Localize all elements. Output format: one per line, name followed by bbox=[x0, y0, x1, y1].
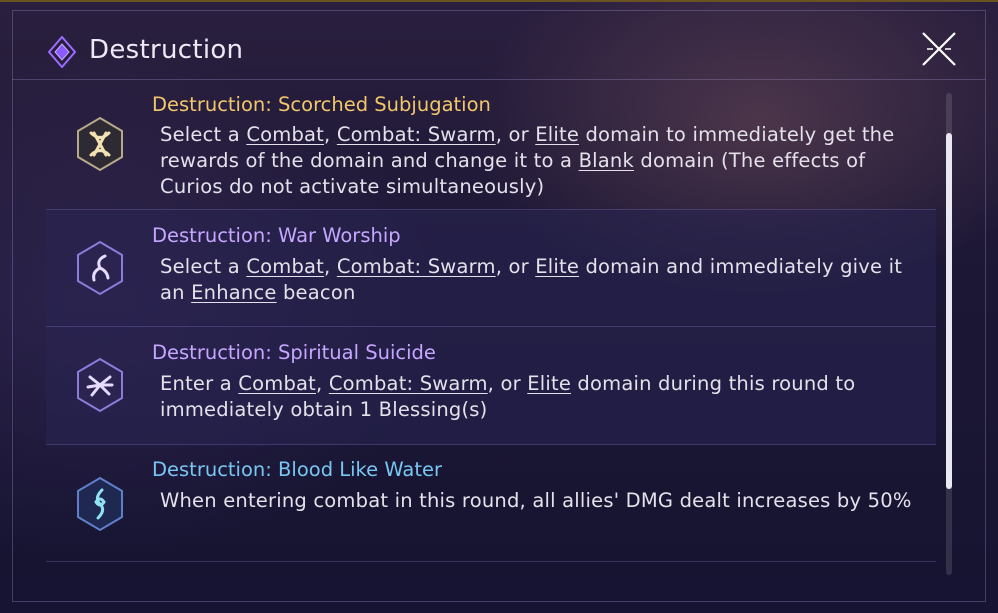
blessing-item-blood-like-water[interactable]: Destruction: Blood Like Water When enter… bbox=[46, 445, 936, 562]
keyword-link[interactable]: Combat: Swarm bbox=[337, 123, 496, 146]
blessing-description: Select a Combat, Combat: Swarm, or Elite… bbox=[160, 255, 903, 304]
close-icon bbox=[922, 32, 956, 66]
blessing-item-spiritual-suicide[interactable]: Destruction: Spiritual Suicide Enter a C… bbox=[46, 327, 936, 445]
blessing-title: Destruction: Scorched Subjugation bbox=[152, 93, 491, 116]
keyword-link[interactable]: Elite bbox=[535, 123, 579, 146]
keyword-link[interactable]: Combat bbox=[246, 255, 324, 278]
keyword-link[interactable]: Enhance bbox=[191, 281, 276, 304]
keyword-link[interactable]: Combat bbox=[246, 123, 324, 146]
popup-title: Destruction bbox=[89, 35, 244, 65]
keyword-link[interactable]: Elite bbox=[535, 255, 579, 278]
keyword-link[interactable]: Blank bbox=[579, 149, 634, 172]
blessing-description: When entering combat in this round, all … bbox=[160, 489, 912, 512]
diamond-emblem-icon bbox=[47, 35, 77, 69]
keyword-link[interactable]: Combat: Swarm bbox=[329, 372, 488, 395]
blessing-title: Destruction: Spiritual Suicide bbox=[152, 341, 436, 364]
keyword-link[interactable]: Elite bbox=[527, 372, 571, 395]
blessing-list[interactable]: Destruction: Scorched Subjugation Select… bbox=[46, 87, 936, 575]
blessing-title: Destruction: Blood Like Water bbox=[152, 458, 442, 481]
keyword-link[interactable]: Combat: Swarm bbox=[337, 255, 496, 278]
keyword-link[interactable]: Combat bbox=[238, 372, 316, 395]
header-divider bbox=[12, 79, 986, 80]
blessing-item-scorched-subjugation[interactable]: Destruction: Scorched Subjugation Select… bbox=[46, 87, 936, 210]
blessing-title: Destruction: War Worship bbox=[152, 224, 401, 247]
scorched-subjugation-icon bbox=[72, 116, 128, 172]
close-button[interactable] bbox=[919, 29, 959, 69]
blessing-item-war-worship[interactable]: Destruction: War Worship Select a Combat… bbox=[46, 210, 936, 327]
blessing-description: Enter a Combat, Combat: Swarm, or Elite … bbox=[160, 372, 856, 421]
blessing-description: Select a Combat, Combat: Swarm, or Elite… bbox=[160, 123, 895, 198]
blood-like-water-icon bbox=[72, 476, 128, 532]
war-worship-icon bbox=[72, 240, 128, 296]
scrollbar-thumb[interactable] bbox=[946, 133, 952, 489]
spiritual-suicide-icon bbox=[72, 357, 128, 413]
